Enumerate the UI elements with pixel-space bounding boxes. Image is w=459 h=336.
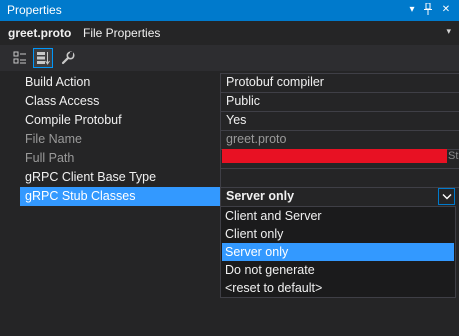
- full-path-trailing-text: St: [448, 150, 459, 162]
- property-pages-wrench-icon[interactable]: [58, 48, 78, 68]
- window-title: Properties: [7, 3, 62, 17]
- property-name: File Name: [25, 132, 82, 146]
- property-name: gRPC Stub Classes: [25, 189, 136, 203]
- property-name: Build Action: [25, 75, 91, 89]
- property-value[interactable]: Yes: [226, 113, 246, 127]
- property-value: greet.proto: [226, 132, 287, 146]
- property-row-grpc-client-base-type[interactable]: gRPC Client Base Type: [0, 168, 459, 187]
- object-selector[interactable]: greet.proto File Properties ▾: [0, 21, 459, 45]
- dropdown-option-do-not-generate[interactable]: Do not generate: [222, 261, 454, 279]
- dropdown-option-server-only[interactable]: Server only: [222, 243, 454, 261]
- categorized-icon[interactable]: [10, 48, 30, 68]
- dropdown-option-client-only[interactable]: Client only: [222, 225, 454, 243]
- property-row-file-name[interactable]: File Name greet.proto: [0, 130, 459, 149]
- property-value[interactable]: Protobuf compiler: [226, 75, 324, 89]
- stub-classes-dropdown-list: Client and Server Client only Server onl…: [220, 206, 456, 298]
- dropdown-option-client-and-server[interactable]: Client and Server: [222, 207, 454, 225]
- properties-title-bar: Properties ▾ ✕: [0, 0, 459, 21]
- property-name: Compile Protobuf: [25, 113, 122, 127]
- close-icon[interactable]: ✕: [439, 3, 453, 17]
- property-value[interactable]: Server only: [226, 189, 294, 203]
- properties-toolbar: [0, 45, 459, 71]
- alphabetical-icon[interactable]: [33, 48, 53, 68]
- object-type: File Properties: [83, 26, 161, 40]
- property-value[interactable]: Public: [226, 94, 260, 108]
- chevron-down-icon[interactable]: [438, 188, 455, 205]
- property-row-grpc-stub-classes[interactable]: gRPC Stub Classes Server only: [0, 187, 459, 206]
- chevron-down-icon[interactable]: ▾: [446, 26, 451, 37]
- column-divider[interactable]: [220, 73, 221, 207]
- object-name: greet.proto: [8, 26, 72, 40]
- property-row-build-action[interactable]: Build Action Protobuf compiler: [0, 73, 459, 92]
- property-row-compile-protobuf[interactable]: Compile Protobuf Yes: [0, 111, 459, 130]
- property-name: Class Access: [25, 94, 100, 108]
- dropdown-option-reset-to-default[interactable]: <reset to default>: [222, 279, 454, 297]
- property-name: Full Path: [25, 151, 75, 165]
- redacted-full-path: [222, 149, 447, 163]
- property-row-class-access[interactable]: Class Access Public: [0, 92, 459, 111]
- property-name: gRPC Client Base Type: [25, 170, 157, 184]
- pin-icon[interactable]: [421, 2, 435, 17]
- window-options-dropdown-icon[interactable]: ▾: [405, 3, 419, 17]
